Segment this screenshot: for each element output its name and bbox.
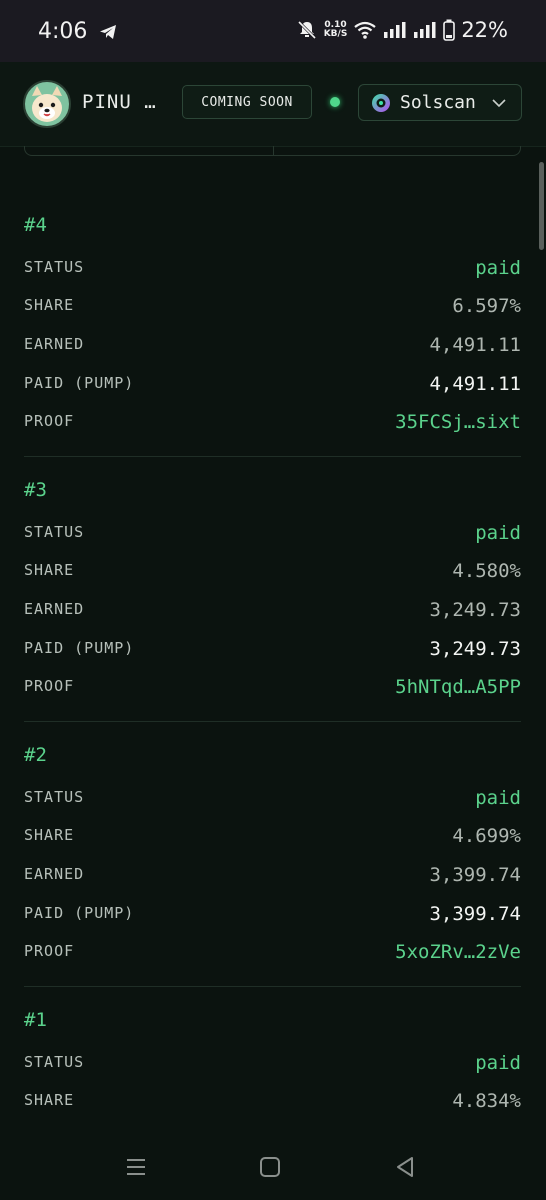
status-value: paid [475,787,521,809]
back-icon[interactable] [392,1154,418,1180]
scrollbar-thumb[interactable] [539,162,544,250]
status-row: STATUS paid [24,787,521,812]
proof-link[interactable]: 5hNTqd…A5PP [395,676,521,698]
share-value: 4.834% [452,1090,521,1112]
divider [24,721,521,722]
earned-row: EARNED 3,249.73 [24,599,521,624]
proof-row: PROOF 5xoZRv…2zVe [24,941,521,966]
battery-icon [443,19,456,41]
paid-row: PAID (PUMP) 4,491.11 [24,373,521,398]
row-label: SHARE [24,296,75,314]
proof-row: PROOF 5hNTqd…A5PP [24,676,521,701]
paid-row: PAID (PUMP) 3,399.74 [24,903,521,928]
row-label: EARNED [24,600,85,618]
proof-row: PROOF 35FCSj…sixt [24,411,521,436]
telegram-icon [100,25,116,39]
solscan-icon [372,93,390,112]
status-value: paid [475,1052,521,1074]
signal-icon-sim1 [384,22,406,38]
row-label: SHARE [24,1091,75,1109]
earned-row: EARNED 3,399.74 [24,864,521,889]
clock: 4:06 [38,19,88,44]
proof-link[interactable]: 5xoZRv…2zVe [395,941,521,963]
dog-face-icon [32,86,62,122]
payout-rank: #1 [24,1009,47,1031]
earned-value: 3,249.73 [429,599,521,621]
home-icon[interactable] [257,1154,283,1180]
status-value: paid [475,257,521,279]
live-indicator-dot [330,97,340,107]
status-row: STATUS paid [24,257,521,282]
row-label: STATUS [24,1053,85,1071]
status-row: STATUS paid [24,522,521,547]
divider [24,456,521,457]
earned-row: EARNED 4,491.11 [24,334,521,359]
signal-icon-sim2 [414,22,436,38]
row-label: PAID (PUMP) [24,904,135,922]
system-status-bar: 4:06 0.10 KB/S 22% [0,0,546,62]
payout-rank: #2 [24,744,47,766]
brand-name[interactable]: PINU … [82,91,157,113]
paid-value: 3,249.73 [429,638,521,660]
share-row: SHARE 6.597% [24,295,521,320]
mute-icon [297,20,316,40]
row-label: PAID (PUMP) [24,374,135,392]
system-nav-bar [0,1132,546,1200]
row-label: STATUS [24,788,85,806]
payout-rank: #4 [24,214,47,236]
row-label: EARNED [24,335,85,353]
row-label: STATUS [24,523,85,541]
network-speed: 0.10 KB/S [324,21,348,39]
row-label: PROOF [24,942,75,960]
explorer-selector[interactable]: Solscan [358,84,522,121]
status-value: paid [475,522,521,544]
divider [24,986,521,987]
row-label: EARNED [24,865,85,883]
share-value: 4.580% [452,560,521,582]
speed-unit: KB/S [323,29,348,39]
payout-rank: #3 [24,479,47,501]
share-row: SHARE 4.699% [24,825,521,850]
share-value: 4.699% [452,825,521,847]
share-row: SHARE 4.580% [24,560,521,585]
proof-link[interactable]: 35FCSj…sixt [395,411,521,433]
status-row: STATUS paid [24,1052,521,1077]
row-label: PROOF [24,677,75,695]
wifi-icon [354,21,376,39]
paid-value: 4,491.11 [429,373,521,395]
explorer-label: Solscan [400,92,476,113]
status-icons: 0.10 KB/S 22% [296,18,508,42]
app-header: PINU … COMING SOON Solscan [0,62,546,147]
coming-soon-badge: COMING SOON [182,85,312,119]
paid-row: PAID (PUMP) 3,249.73 [24,638,521,663]
earned-value: 3,399.74 [429,864,521,886]
earned-value: 4,491.11 [429,334,521,356]
row-label: PROOF [24,412,75,430]
paid-value: 3,399.74 [429,903,521,925]
payout-list[interactable]: #4 STATUS paid SHARE 6.597% EARNED 4,491… [0,146,546,1132]
share-value: 6.597% [452,295,521,317]
chevron-down-icon [492,99,506,108]
share-row: SHARE 4.834% [24,1090,521,1115]
row-label: SHARE [24,561,75,579]
row-label: SHARE [24,826,75,844]
battery-percent: 22% [461,18,508,42]
recents-menu-icon[interactable] [123,1154,149,1180]
summary-table-bottom [24,146,521,156]
row-label: PAID (PUMP) [24,639,135,657]
pinu-logo[interactable] [23,80,71,128]
row-label: STATUS [24,258,85,276]
